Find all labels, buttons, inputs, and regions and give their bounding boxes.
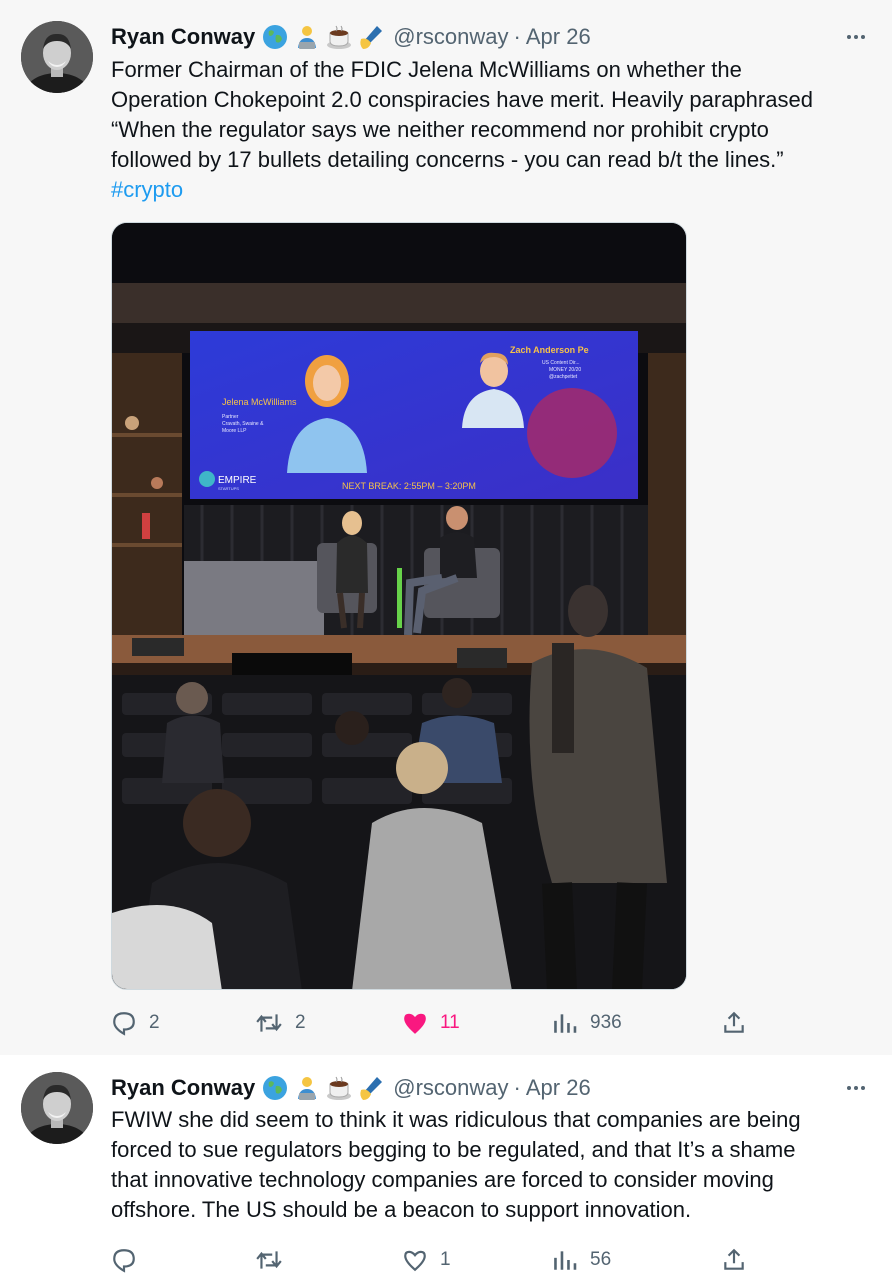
reply-button[interactable] xyxy=(111,1245,149,1275)
tweet-text-line: followed by 17 bullets detailing concern… xyxy=(111,147,784,172)
person-laptop-icon xyxy=(298,1077,317,1100)
tweet-text-line: that innovative technology companies are… xyxy=(111,1167,774,1192)
author-handle[interactable]: @rsconway xyxy=(393,1075,508,1101)
author-name[interactable]: Ryan Conway xyxy=(111,1075,255,1101)
tweet-actions: 2 2 11 936 xyxy=(111,1008,751,1038)
views-count: 56 xyxy=(590,1249,612,1270)
analytics-icon xyxy=(554,1014,577,1033)
reply-icon xyxy=(113,1249,135,1273)
tweet-header: Ryan Conway @rsconway · Apr 26 xyxy=(111,22,591,52)
tweet-text-line: Former Chairman of the FDIC Jelena McWil… xyxy=(111,57,742,82)
screen-guest-title: @zachpettet xyxy=(549,374,578,380)
views-count: 936 xyxy=(590,1012,622,1033)
tweet-text-line: “When the regulator says we neither reco… xyxy=(111,117,769,142)
stage-photo-illustration: Jelena McWilliams Partner Cravath, Swain… xyxy=(112,223,686,989)
screen-brand-sub: STARTUPS xyxy=(218,486,239,491)
share-icon xyxy=(724,1011,744,1033)
hashtag-link[interactable]: #crypto xyxy=(111,177,183,202)
screen-speaker-title: Cravath, Swaine & xyxy=(222,421,264,427)
tweet-photo[interactable]: Jelena McWilliams Partner Cravath, Swain… xyxy=(111,222,687,990)
screen-guest-title: MONEY 20/20 xyxy=(549,367,581,373)
retweet-icon xyxy=(256,1251,282,1269)
more-dot-icon xyxy=(854,1086,858,1090)
tweet-text-line: offshore. The US should be a beacon to s… xyxy=(111,1197,692,1222)
retweet-icon xyxy=(256,1014,282,1032)
retweet-button[interactable] xyxy=(255,1245,295,1275)
tweet-header: Ryan Conway @rsconway · Apr 26 xyxy=(111,1073,591,1103)
heart-filled-icon xyxy=(404,1013,426,1034)
screen-break-time: NEXT BREAK: 2:55PM – 3:20PM xyxy=(342,481,476,491)
screen-speaker-title: Partner xyxy=(222,414,239,420)
reply-count: 2 xyxy=(149,1012,160,1033)
analytics-icon xyxy=(554,1251,577,1270)
writing-hand-icon xyxy=(360,26,383,49)
retweet-button[interactable]: 2 xyxy=(255,1008,306,1038)
screen-speaker-title: Moore LLP xyxy=(222,428,247,434)
more-dot-icon xyxy=(861,1086,865,1090)
like-count: 11 xyxy=(440,1012,460,1033)
like-button[interactable]: 11 xyxy=(402,1008,460,1038)
author-handle[interactable]: @rsconway xyxy=(393,24,508,50)
more-dot-icon xyxy=(861,35,865,39)
share-icon xyxy=(724,1248,744,1270)
globe-icon xyxy=(263,25,288,49)
writing-hand-icon xyxy=(360,1077,383,1100)
more-dot-icon xyxy=(847,1086,851,1090)
author-name[interactable]: Ryan Conway xyxy=(111,24,255,50)
reply-button[interactable]: 2 xyxy=(111,1008,160,1038)
more-options-button[interactable] xyxy=(844,1076,868,1100)
like-count: 1 xyxy=(440,1249,451,1270)
author-emojis xyxy=(261,23,385,51)
tweet-actions: 1 56 xyxy=(111,1245,751,1275)
tweet-text-line: forced to sue regulators begging to be r… xyxy=(111,1137,796,1162)
more-options-button[interactable] xyxy=(844,25,868,49)
coffee-icon xyxy=(327,25,352,49)
author-emojis xyxy=(261,1074,385,1102)
tweet-text: FWIW she did seem to think it was ridicu… xyxy=(111,1105,871,1225)
tweet-1[interactable]: Ryan Conway @rsconway · Apr 26 Former Ch… xyxy=(0,0,892,1055)
screen-guest-title: US Content Dir... xyxy=(542,360,580,366)
tweet-date[interactable]: Apr 26 xyxy=(526,1075,591,1101)
views-button[interactable]: 936 xyxy=(552,1008,622,1038)
retweet-count: 2 xyxy=(295,1012,306,1033)
tweet-date[interactable]: Apr 26 xyxy=(526,24,591,50)
tweet-2[interactable]: Ryan Conway @rsconway · Apr 26 FWIW she … xyxy=(0,1055,892,1288)
tweet-text-line: FWIW she did seem to think it was ridicu… xyxy=(111,1107,801,1132)
tweet-text-line: Operation Chokepoint 2.0 conspiracies ha… xyxy=(111,87,813,112)
screen-guest-name: Zach Anderson Pe xyxy=(510,345,589,355)
more-dot-icon xyxy=(854,35,858,39)
globe-icon xyxy=(263,1076,288,1100)
avatar[interactable] xyxy=(21,1072,93,1144)
share-button[interactable] xyxy=(721,1245,747,1275)
separator-dot: · xyxy=(513,1075,521,1100)
like-button[interactable]: 1 xyxy=(402,1245,451,1275)
avatar[interactable] xyxy=(21,21,93,93)
screen-brand: EMPIRE xyxy=(218,475,257,486)
separator-dot: · xyxy=(513,24,521,49)
heart-outline-icon xyxy=(404,1250,426,1272)
screen-speaker-name: Jelena McWilliams xyxy=(222,397,297,407)
views-button[interactable]: 56 xyxy=(552,1245,611,1275)
tweet-text: Former Chairman of the FDIC Jelena McWil… xyxy=(111,55,871,205)
coffee-icon xyxy=(327,1076,352,1100)
share-button[interactable] xyxy=(721,1008,747,1038)
more-dot-icon xyxy=(847,35,851,39)
reply-icon xyxy=(113,1012,135,1036)
person-laptop-icon xyxy=(298,26,317,49)
